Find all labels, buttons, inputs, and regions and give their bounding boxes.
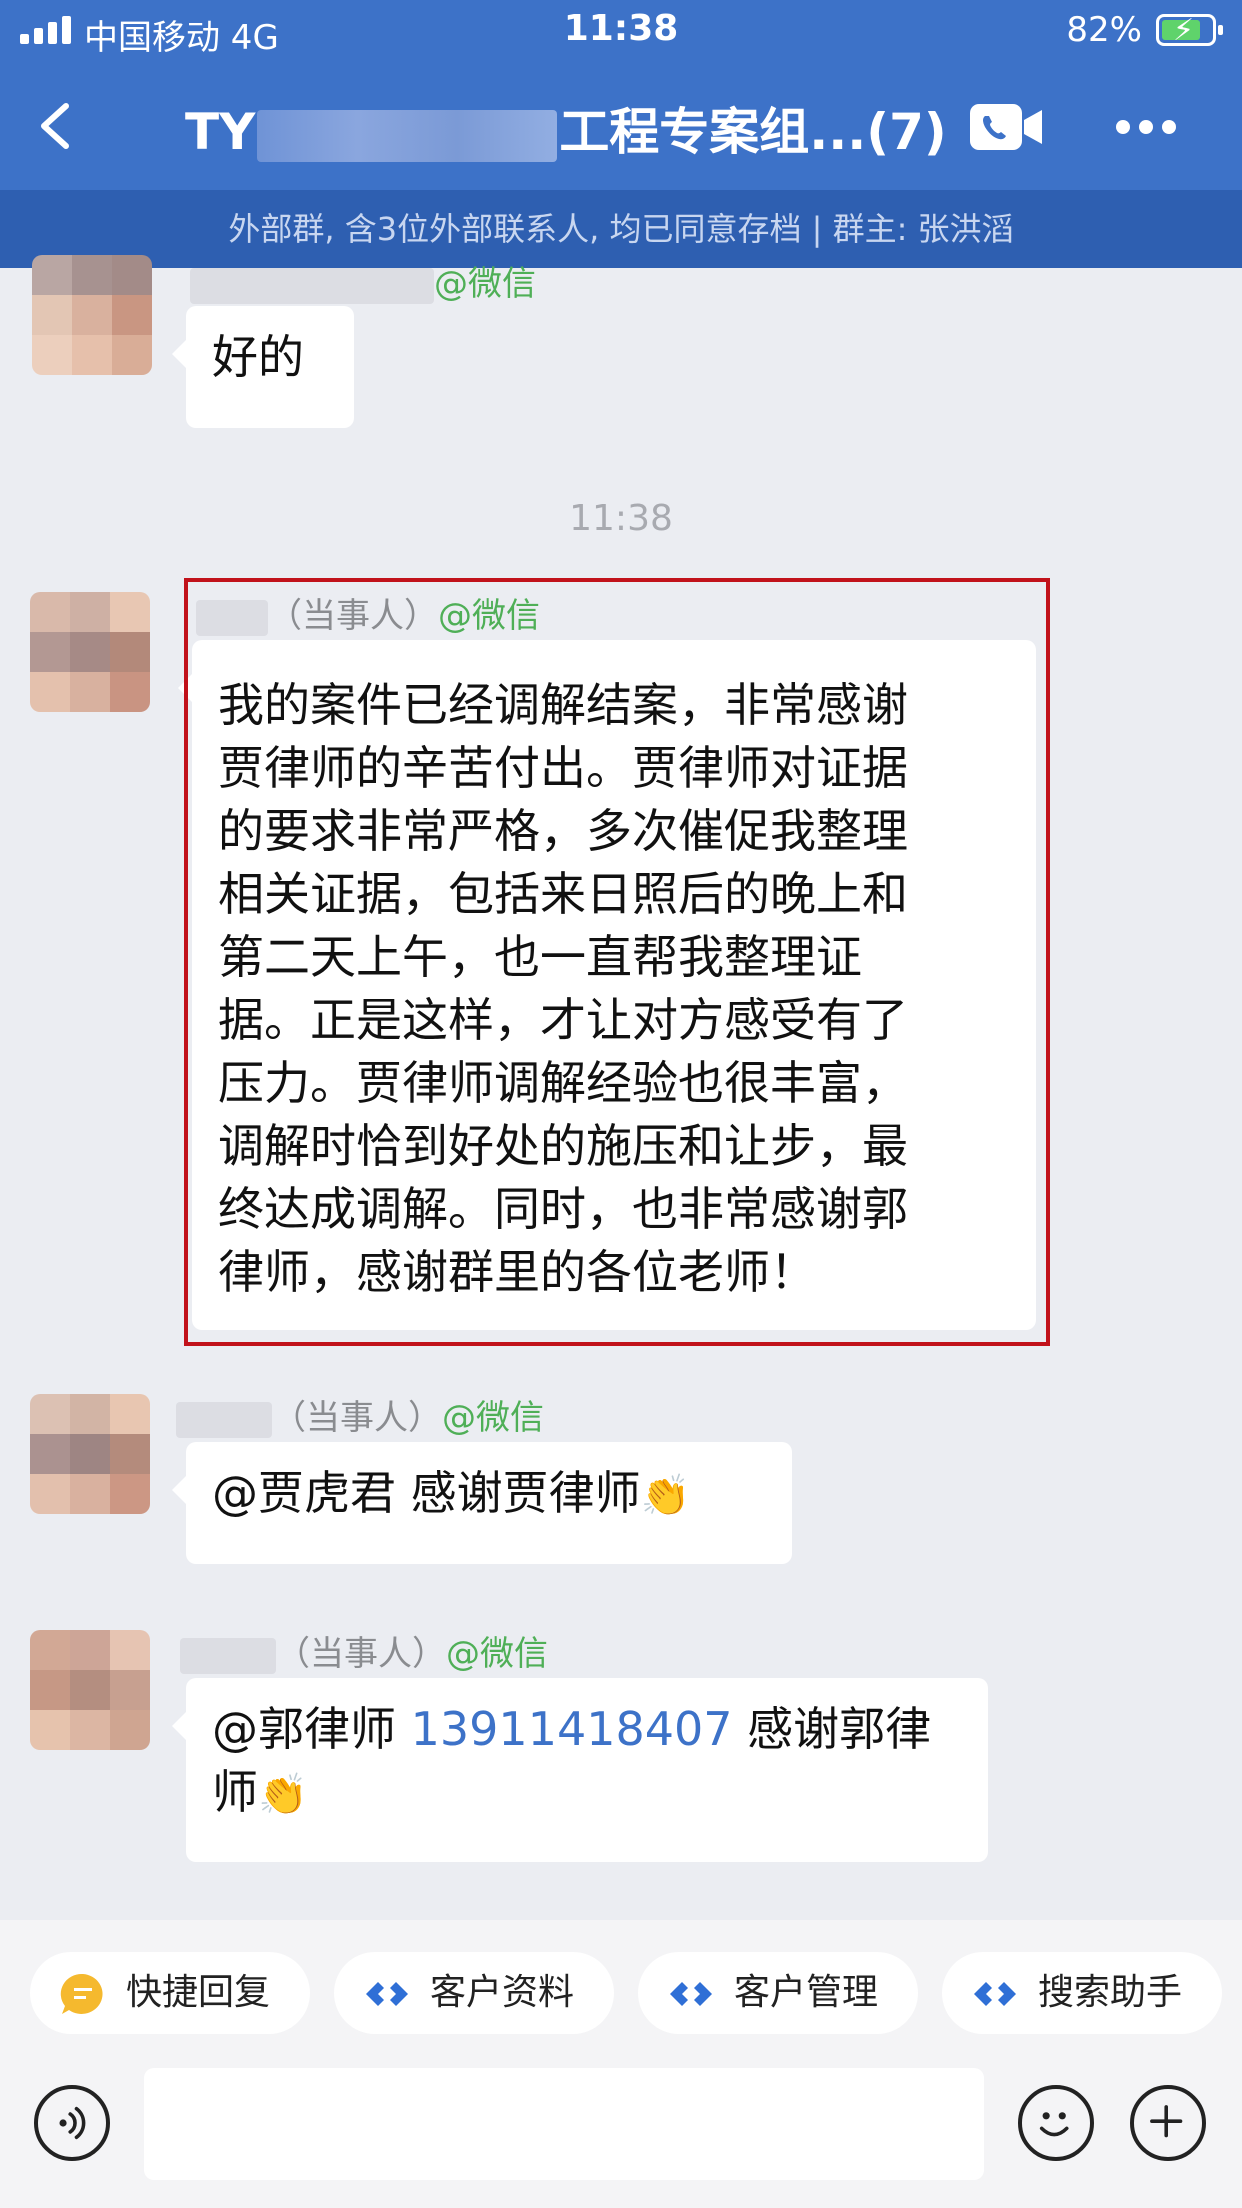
sender-label: （当事人）@微信: [180, 1626, 548, 1675]
status-bar: 中国移动 4G 11:38 82% ⚡: [0, 0, 1242, 62]
message-input[interactable]: [144, 2068, 984, 2180]
customer-info-button[interactable]: 客户资料: [334, 1952, 614, 2034]
sender-label: @微信: [190, 256, 536, 305]
workwechat-logo-icon: [670, 1982, 712, 2006]
clap-emoji-icon: 👏: [640, 1473, 691, 1519]
chat-title: TY 工程专案组...(7): [185, 92, 947, 164]
workwechat-logo-icon: [366, 1982, 408, 2006]
sender-label: （当事人）@微信: [176, 1390, 544, 1439]
header: 中国移动 4G 11:38 82% ⚡ TY 工程专案组...(7): [0, 0, 1242, 190]
quick-reply-icon: [60, 1973, 103, 2014]
chat-title-prefix: TY: [185, 103, 256, 161]
battery-percent: 82%: [1066, 10, 1142, 50]
message-bubble[interactable]: 好的: [172, 306, 354, 428]
clap-emoji-icon: 👏: [258, 1772, 308, 1818]
avatar[interactable]: [32, 255, 152, 375]
highlight-box: [184, 578, 1050, 1346]
voice-icon[interactable]: [34, 2085, 110, 2161]
search-assistant-button[interactable]: 搜索助手: [942, 1952, 1222, 2034]
battery-icon: ⚡: [1156, 13, 1223, 48]
avatar[interactable]: [30, 1394, 150, 1514]
chat-title-suffix: 工程专案组...(7): [559, 103, 947, 161]
bottom-toolbar: 快捷回复 客户资料 客户管理 搜索助手: [0, 1920, 1242, 2208]
redacted-title: [257, 109, 558, 162]
avatar[interactable]: [30, 592, 150, 712]
workwechat-logo-icon: [974, 1982, 1016, 2006]
message-bubble[interactable]: @郭律师 13911418407 感谢郭律 师👏: [172, 1678, 988, 1862]
phone-link[interactable]: 13911418407: [411, 1702, 733, 1756]
group-info-bar: 外部群, 含3位外部联系人, 均已同意存档 | 群主: 张洪滔: [0, 190, 1242, 268]
message-bubble[interactable]: @贾虎君 感谢贾律师👏: [172, 1442, 792, 1564]
customer-manage-button[interactable]: 客户管理: [638, 1952, 918, 2034]
add-icon[interactable]: [1130, 2085, 1206, 2161]
more-icon[interactable]: [1116, 120, 1176, 134]
nav-bar: TY 工程专案组...(7): [0, 62, 1242, 190]
message-timestamp: 11:38: [569, 498, 673, 539]
status-time: 11:38: [563, 8, 679, 49]
emoji-icon[interactable]: [1018, 2085, 1094, 2161]
back-icon[interactable]: [30, 98, 86, 154]
avatar[interactable]: [30, 1630, 150, 1750]
video-call-icon[interactable]: [970, 104, 1042, 150]
quick-reply-button[interactable]: 快捷回复: [30, 1952, 310, 2034]
